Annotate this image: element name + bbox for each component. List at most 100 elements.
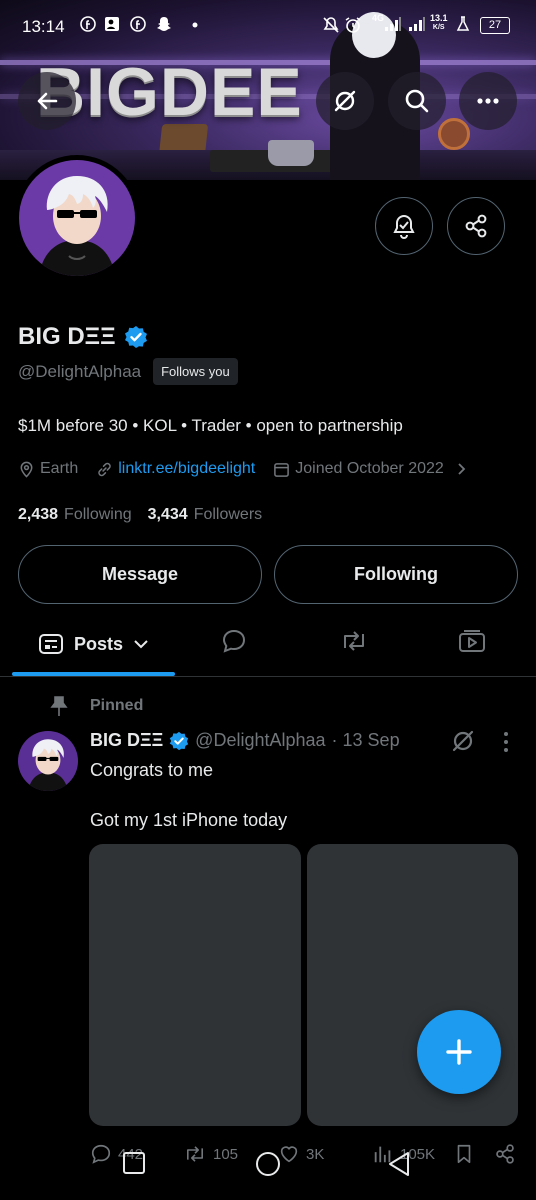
facebook-icon-2 [130,16,146,32]
grok-button[interactable] [316,72,374,130]
profile-meta: Earth linktr.ee/bigdeelight Joined Octob… [18,460,468,478]
link-icon [98,462,111,476]
name-row: BIG DΞΞ [18,323,148,351]
search-button[interactable] [388,72,446,130]
tab-reposts[interactable] [339,628,369,654]
profile-avatar[interactable] [14,155,140,281]
flask-icon [456,16,470,32]
followers-count[interactable]: 3,434 [148,506,188,524]
profile-bio: $1M before 30 • KOL • Trader • open to p… [18,416,403,435]
signal-icon [384,16,402,32]
profile-handle: @DelightAlphaa [18,361,142,381]
bookmark-action[interactable] [453,1143,475,1165]
post-media-1[interactable] [89,844,301,1126]
link-item[interactable]: linktr.ee/bigdeelight [96,460,255,478]
nav-bar-bottom [0,1190,536,1200]
post-text-line-2: Got my 1st iPhone today [90,810,288,830]
repost-action[interactable]: 105 [183,1143,238,1165]
location-icon [20,461,33,478]
net-speed-value: 13.1 [430,13,448,23]
follow-stats: 2,438 Following 3,434 Followers [18,506,272,524]
status-bar: 13:14 4G 13.1 K/S 27 [0,0,536,52]
post-date: · 13 Sep [331,730,400,750]
notification-bell-icon [393,214,415,239]
repost-count: 105 [213,1145,239,1163]
joined-item: Joined October 2022 [273,460,444,478]
display-name: BIG DΞΞ [18,323,116,350]
more-vertical-icon [504,732,508,752]
handle-row: @DelightAlphaa Follows you [18,358,238,385]
grok-icon [452,730,474,752]
compose-plus-icon [446,1039,472,1065]
net-speed: 13.1 K/S [430,14,448,32]
replies-tab-icon [222,629,246,653]
post-author-handle[interactable]: @DelightAlphaa [195,730,325,751]
alarm-icon [344,16,362,34]
post-avatar-illustration [28,739,68,791]
net-speed-unit: K/S [432,24,445,31]
chevron-down-icon [134,640,148,649]
post-grok-button[interactable] [450,728,476,754]
notifications-button[interactable] [375,197,433,255]
following-button[interactable]: Following [274,545,518,604]
message-button[interactable]: Message [18,545,262,604]
clock: 13:14 [22,17,65,36]
snapchat-icon [156,16,172,32]
tab-replies[interactable] [221,628,247,654]
reply-icon [91,1144,111,1164]
post-text-line-1: Congrats to me [90,760,214,780]
verified-badge-icon [170,731,189,750]
reposts-tab-icon [344,631,364,651]
follows-you-badge: Follows you [153,358,238,385]
pin-icon [50,696,68,716]
like-count: 3K [306,1145,325,1163]
following-label[interactable]: Following [64,506,132,524]
signal-icon-2 [408,16,426,32]
share-post-action[interactable] [494,1143,516,1165]
location-text: Earth [40,460,79,477]
recent-apps-button[interactable] [121,1150,147,1176]
share-icon [465,214,487,238]
home-button[interactable] [254,1150,282,1178]
repost-icon [187,1146,203,1162]
active-tab-indicator [12,672,175,676]
posts-tab-icon [38,634,63,654]
tab-posts[interactable]: Posts [12,612,175,676]
followers-label[interactable]: Followers [194,506,262,524]
pinned-label: Pinned [90,697,144,714]
post-author-avatar[interactable] [18,731,78,791]
verified-badge-icon[interactable] [124,325,148,349]
banner-title: BIGDEE [36,54,303,130]
chevron-right-icon[interactable] [456,462,468,476]
post-more-button[interactable] [498,730,514,754]
post-author-name[interactable]: BIG DΞΞ [90,730,163,751]
share-icon [496,1144,514,1164]
location-item: Earth [18,460,78,478]
notification-dot-icon [192,22,198,28]
tab-posts-label: Posts [73,633,124,654]
network-type: 4G [372,13,385,23]
contact-card-icon [104,16,120,32]
more-options-button[interactable] [459,72,517,130]
facebook-icon [80,16,96,32]
search-icon [405,89,429,113]
home-circle-icon [256,1152,280,1176]
avatar-illustration [39,176,115,276]
tab-media[interactable] [458,628,486,654]
bookmark-icon [457,1144,471,1164]
post-header: BIG DΞΞ @DelightAlphaa · 13 Sep [90,730,400,751]
like-action[interactable]: 3K [278,1143,324,1165]
back-button[interactable] [18,72,76,130]
profile-link[interactable]: linktr.ee/bigdeelight [118,460,255,478]
nav-back-triangle-icon [389,1152,409,1176]
more-icon [477,98,499,104]
recent-apps-icon [123,1152,145,1174]
compose-button[interactable] [417,1010,501,1094]
joined-text: Joined October 2022 [295,460,444,477]
share-profile-button[interactable] [447,197,505,255]
following-count[interactable]: 2,438 [18,506,58,524]
calendar-icon [274,462,290,477]
nav-back-button[interactable] [386,1150,412,1178]
battery-indicator: 27 [480,17,510,34]
grok-icon [334,90,356,112]
